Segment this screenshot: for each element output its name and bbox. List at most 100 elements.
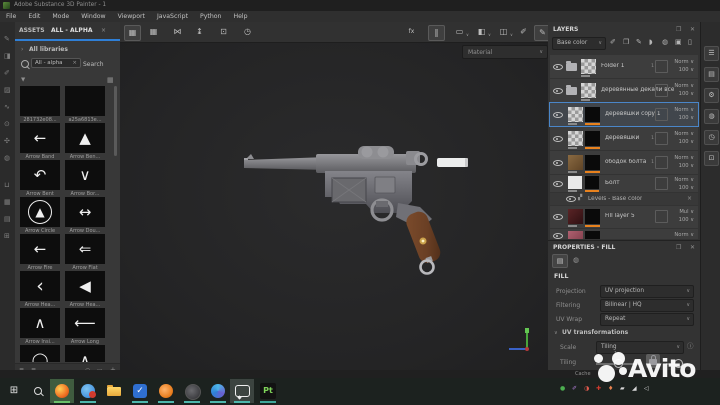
menu-window[interactable]: Window xyxy=(75,13,111,20)
opacity-value[interactable]: 100 xyxy=(679,139,689,145)
taskbar-file-explorer[interactable] xyxy=(102,379,126,403)
menu-edit[interactable]: Edit xyxy=(22,13,46,20)
tab-material-properties[interactable]: ▤ xyxy=(552,254,568,268)
material-thumbnail[interactable] xyxy=(585,209,600,224)
chip-close-icon[interactable]: × xyxy=(72,60,77,66)
taskbar-chat-app[interactable] xyxy=(230,379,254,403)
blend-controls[interactable]: Mul ∨ 100 ∨ xyxy=(679,208,694,224)
menu-javascript[interactable]: JavaScript xyxy=(151,13,194,20)
asset-item[interactable]: ◯ xyxy=(20,345,60,362)
projection-tool-icon[interactable]: ✐ xyxy=(4,70,10,77)
tray-folder-icon[interactable]: ▰ xyxy=(620,386,625,392)
info-icon[interactable]: ⓘ xyxy=(687,342,694,351)
layer-row[interactable]: ободок болта 1 Norm ∨ 100 ∨ xyxy=(550,151,698,174)
lazy-mouse-icon[interactable]: ◷ xyxy=(240,25,255,39)
layer-row[interactable]: Norm ∨ xyxy=(550,229,698,239)
microphone-icon[interactable]: ♦ xyxy=(608,386,613,392)
visibility-eye-icon[interactable] xyxy=(566,194,576,203)
pen-tablet-icon[interactable]: ✐ xyxy=(572,386,577,392)
blend-controls[interactable]: Norm ∨ 100 ∨ xyxy=(674,154,694,170)
polygon-fill-tool-icon[interactable]: ▨ xyxy=(4,87,11,94)
history-icon[interactable]: ◷ xyxy=(704,130,719,145)
menu-mode[interactable]: Mode xyxy=(46,13,75,20)
search-input[interactable]: Search xyxy=(83,61,104,68)
settings-tool-icon[interactable]: ⊞ xyxy=(4,233,10,240)
layer-thumbnail[interactable] xyxy=(568,131,583,146)
display-settings-icon[interactable]: ◍ xyxy=(704,109,719,124)
opacity-value[interactable]: 100 xyxy=(679,115,689,121)
menu-viewport[interactable]: Viewport xyxy=(112,13,151,20)
paint-tool-icon[interactable]: ✎ xyxy=(4,36,10,43)
asset-item[interactable]: ∨ Arrow Bor... xyxy=(65,160,105,197)
texture-set-settings-icon[interactable]: ▤ xyxy=(704,67,719,82)
layer-thumbnail[interactable] xyxy=(568,209,583,224)
assets-panel-label[interactable]: ASSETS xyxy=(19,27,45,34)
visibility-eye-icon[interactable] xyxy=(553,231,563,239)
asset-item[interactable]: ▲ Arrow Ben... xyxy=(65,123,105,160)
blend-controls[interactable]: Norm ∨ 100 ∨ xyxy=(674,58,694,74)
tab-sphere-preview[interactable]: ◍ xyxy=(569,254,583,266)
uv-transformations-title[interactable]: UV transformations xyxy=(562,329,628,336)
blend-controls[interactable]: Norm ∨ 100 ∨ xyxy=(674,106,694,122)
status-dot-icon[interactable]: ● xyxy=(560,386,565,392)
material-chevron-icon[interactable]: ∨ xyxy=(488,32,491,37)
physical-brush-icon[interactable]: ✐ xyxy=(516,25,531,39)
material-thumbnail[interactable] xyxy=(585,155,600,170)
asset-item[interactable]: 281732e08... xyxy=(20,86,60,123)
section-collapse-icon[interactable]: ∨ xyxy=(554,330,558,336)
popout-icon[interactable]: ❐ xyxy=(676,244,681,251)
blend-controls[interactable]: Norm ∨ xyxy=(674,231,694,239)
mask-thumbnail[interactable] xyxy=(655,60,668,73)
tiling-slider-handle[interactable] xyxy=(614,359,623,368)
color-app-icon[interactable]: ◑ xyxy=(584,386,589,392)
layer-name[interactable]: Болт xyxy=(605,180,620,186)
symmetry-grid-icon[interactable]: ▦ xyxy=(124,25,141,41)
chevron-right-icon[interactable]: › xyxy=(21,46,23,53)
path-tool-icon[interactable]: ◍ xyxy=(4,155,10,162)
export-tool-icon[interactable]: ⊔ xyxy=(4,182,9,189)
material-thumbnail[interactable] xyxy=(585,107,600,122)
opacity-value[interactable]: 100 xyxy=(679,163,689,169)
taskbar-blender[interactable] xyxy=(154,379,178,403)
bake-tool-icon[interactable]: ▦ xyxy=(4,199,11,206)
layer-row[interactable]: Fill layer 5 Mul ∨ 100 ∨ xyxy=(550,206,698,228)
layer-thumbnail[interactable] xyxy=(568,107,583,122)
smart-material-icon[interactable]: ✐ xyxy=(610,39,616,46)
smudge-tool-icon[interactable]: ∿ xyxy=(4,104,10,111)
material-thumbnail[interactable] xyxy=(585,176,599,189)
particle-tool-icon[interactable]: ✣ xyxy=(4,138,10,145)
layer-row-selected[interactable]: деревяшки copy 1 1 Norm ∨ 100 ∨ xyxy=(549,102,699,127)
pause-engine-icon[interactable]: ‖ xyxy=(428,25,445,41)
layer-thumbnail[interactable] xyxy=(581,83,596,98)
taskbar-edge-app[interactable] xyxy=(206,379,230,403)
fx-icon[interactable]: fx xyxy=(404,25,419,39)
layers-view-icon[interactable]: ☰ xyxy=(704,46,719,61)
asset-item[interactable]: ⟵ Arrow Long xyxy=(65,308,105,345)
scale-dropdown[interactable]: Tiling ∨ xyxy=(596,341,684,354)
mask-thumbnail[interactable] xyxy=(655,132,668,145)
mask-thumbnail[interactable] xyxy=(655,108,668,121)
layer-row[interactable]: Болт Norm ∨ 100 ∨ xyxy=(550,175,698,192)
visibility-eye-icon[interactable] xyxy=(553,62,563,71)
smart-mask-icon[interactable]: ❐ xyxy=(623,39,629,46)
asset-item[interactable]: ∧ Arrow Insi... xyxy=(20,308,60,345)
opacity-value[interactable]: 100 xyxy=(679,217,689,223)
asset-item[interactable]: ‹ Arrow Hea... xyxy=(20,271,60,308)
camera-mode-icon[interactable]: ◫ xyxy=(496,25,511,39)
layer-thumbnail[interactable] xyxy=(568,176,582,189)
close-icon[interactable]: ✕ xyxy=(690,26,695,33)
visibility-eye-icon[interactable] xyxy=(553,179,563,188)
visibility-eye-icon[interactable] xyxy=(553,134,563,143)
asset-item[interactable]: ▲ Arrow Circle xyxy=(20,197,60,234)
grid-options-icon[interactable]: ▦ xyxy=(146,25,161,39)
menu-python[interactable]: Python xyxy=(194,13,227,20)
layer-thumbnail[interactable] xyxy=(568,231,583,239)
search-filter-chip[interactable]: All - alpha × xyxy=(31,58,81,68)
delete-layer-icon[interactable]: ▯ xyxy=(688,39,692,46)
layer-row[interactable]: деревянные декали все 1 Norm ∨ 100 ∨ xyxy=(550,79,698,102)
material-thumbnail[interactable] xyxy=(585,131,600,146)
visibility-eye-icon[interactable] xyxy=(553,86,563,95)
asset-item[interactable]: ◀ Arrow Hea... xyxy=(65,271,105,308)
gun-model-3d[interactable] xyxy=(120,43,548,370)
taskbar-firefox[interactable] xyxy=(50,379,74,403)
